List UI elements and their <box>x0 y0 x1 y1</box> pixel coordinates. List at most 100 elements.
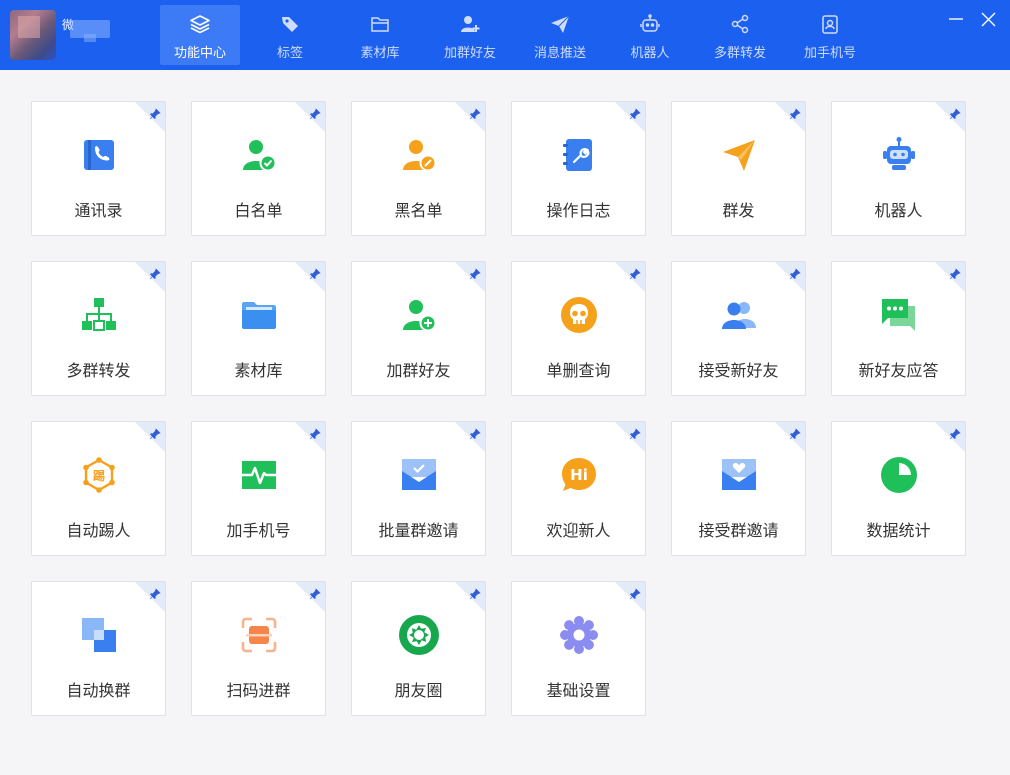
pin-icon[interactable] <box>469 425 481 440</box>
pin-icon[interactable] <box>469 105 481 120</box>
feature-card-welcome-newcomers[interactable]: Hi 欢迎新人 <box>511 421 646 556</box>
pin-icon[interactable] <box>629 265 641 280</box>
feature-card-contacts[interactable]: 通讯录 <box>31 101 166 236</box>
feature-card-auto-kick[interactable]: 踢 自动踢人 <box>31 421 166 556</box>
tab-robot[interactable]: 机器人 <box>610 5 690 65</box>
pin-icon[interactable] <box>789 265 801 280</box>
tab-add-phone-number[interactable]: 加手机号 <box>790 5 870 65</box>
aperture-icon <box>399 615 439 655</box>
card-label: 接受新好友 <box>698 361 779 380</box>
robot-icon <box>639 13 661 35</box>
card-label: 欢迎新人 <box>546 521 611 540</box>
feature-card-scan-join-group[interactable]: 扫码进群 <box>191 581 326 716</box>
tab-label: 加群好友 <box>443 46 496 61</box>
pin-icon[interactable] <box>949 425 961 440</box>
feature-card-batch-group-invite[interactable]: 批量群邀请 <box>351 421 486 556</box>
card-label: 素材库 <box>234 361 283 380</box>
pin-icon[interactable] <box>789 425 801 440</box>
pin-icon[interactable] <box>309 585 321 600</box>
paper-plane-icon <box>720 136 758 174</box>
feature-card-robot[interactable]: 机器人 <box>831 101 966 236</box>
tab-label: 多群转发 <box>713 46 766 61</box>
tab-label: 消息推送 <box>533 46 586 61</box>
feature-card-accept-group-invite[interactable]: 接受群邀请 <box>671 421 806 556</box>
card-label: 黑名单 <box>394 201 443 220</box>
close-button[interactable] <box>978 10 998 30</box>
feature-card-add-phone-number[interactable]: 加手机号 <box>191 421 326 556</box>
scan-icon <box>240 616 278 654</box>
feature-card-broadcast[interactable]: 群发 <box>671 101 806 236</box>
card-label: 接受群邀请 <box>698 521 779 540</box>
card-label: 新好友应答 <box>858 361 939 380</box>
pin-icon[interactable] <box>149 425 161 440</box>
feature-card-multi-group-forward[interactable]: 多群转发 <box>31 261 166 396</box>
feature-card-single-delete-query[interactable]: 单删查询 <box>511 261 646 396</box>
card-label: 加群好友 <box>386 361 451 380</box>
card-label: 自动换群 <box>66 681 131 700</box>
tab-add-group-friends[interactable]: 加群好友 <box>430 5 510 65</box>
feature-card-accept-new-friends[interactable]: 接受新好友 <box>671 261 806 396</box>
layers-icon <box>189 13 211 35</box>
feature-card-auto-switch-group[interactable]: 自动换群 <box>31 581 166 716</box>
contact-card-icon <box>819 13 841 35</box>
pin-icon[interactable] <box>309 425 321 440</box>
folder-icon <box>369 13 391 35</box>
tab-material-library[interactable]: 素材库 <box>340 5 420 65</box>
pin-icon[interactable] <box>949 105 961 120</box>
chat-icon <box>880 296 918 334</box>
tab-label: 标签 <box>276 46 303 61</box>
card-label: 自动踢人 <box>66 521 131 540</box>
avatar[interactable] <box>10 10 56 60</box>
pie-chart-icon <box>880 456 918 494</box>
feature-card-whitelist[interactable]: 白名单 <box>191 101 326 236</box>
gear-icon <box>560 616 598 654</box>
tag-icon <box>279 13 301 35</box>
share-icon <box>729 13 751 35</box>
address-book-icon <box>80 136 118 174</box>
pin-icon[interactable] <box>949 265 961 280</box>
pin-icon[interactable] <box>629 105 641 120</box>
minimize-button[interactable] <box>946 10 966 30</box>
pin-icon[interactable] <box>629 585 641 600</box>
card-label: 通讯录 <box>74 201 123 220</box>
card-label: 群发 <box>722 201 755 220</box>
user-block-icon <box>400 136 438 174</box>
feature-card-blacklist[interactable]: 黑名单 <box>351 101 486 236</box>
org-chart-icon <box>80 296 118 334</box>
tab-label: 素材库 <box>360 46 400 61</box>
feature-card-moments[interactable]: 朋友圈 <box>351 581 486 716</box>
heartbeat-icon <box>240 456 278 494</box>
kick-hexagon-icon: 踢 <box>80 456 118 494</box>
tab-message-push[interactable]: 消息推送 <box>520 5 600 65</box>
pin-icon[interactable] <box>309 105 321 120</box>
card-label: 多群转发 <box>66 361 131 380</box>
pin-icon[interactable] <box>149 585 161 600</box>
feature-card-new-friend-reply[interactable]: 新好友应答 <box>831 261 966 396</box>
feature-card-add-group-friends[interactable]: 加群好友 <box>351 261 486 396</box>
invite-mail-icon <box>400 456 438 494</box>
tab-tags[interactable]: 标签 <box>250 5 330 65</box>
feature-card-basic-settings[interactable]: 基础设置 <box>511 581 646 716</box>
pin-icon[interactable] <box>149 265 161 280</box>
tab-multi-group-forward[interactable]: 多群转发 <box>700 5 780 65</box>
tab-function-center[interactable]: 功能中心 <box>160 5 240 65</box>
feature-card-material-library[interactable]: 素材库 <box>191 261 326 396</box>
user-add-icon <box>400 296 438 334</box>
feature-card-data-statistics[interactable]: 数据统计 <box>831 421 966 556</box>
feature-card-operation-log[interactable]: 操作日志 <box>511 101 646 236</box>
pin-icon[interactable] <box>149 105 161 120</box>
top-navigation-bar: 微 功能中心 标签 素材库 加群好友 消息推送 机器人 多群转发 加手机号 <box>0 0 1010 70</box>
log-book-icon <box>560 136 598 174</box>
pin-icon[interactable] <box>629 425 641 440</box>
pin-icon[interactable] <box>469 585 481 600</box>
swap-squares-icon <box>80 616 118 654</box>
tab-label: 功能中心 <box>173 46 226 61</box>
tab-label: 机器人 <box>630 46 670 61</box>
pin-icon[interactable] <box>469 265 481 280</box>
card-label: 批量群邀请 <box>378 521 459 540</box>
kick-glyph: 踢 <box>93 469 105 483</box>
pin-icon[interactable] <box>309 265 321 280</box>
pin-icon[interactable] <box>789 105 801 120</box>
card-label: 操作日志 <box>546 201 611 220</box>
paper-plane-icon <box>549 13 571 35</box>
